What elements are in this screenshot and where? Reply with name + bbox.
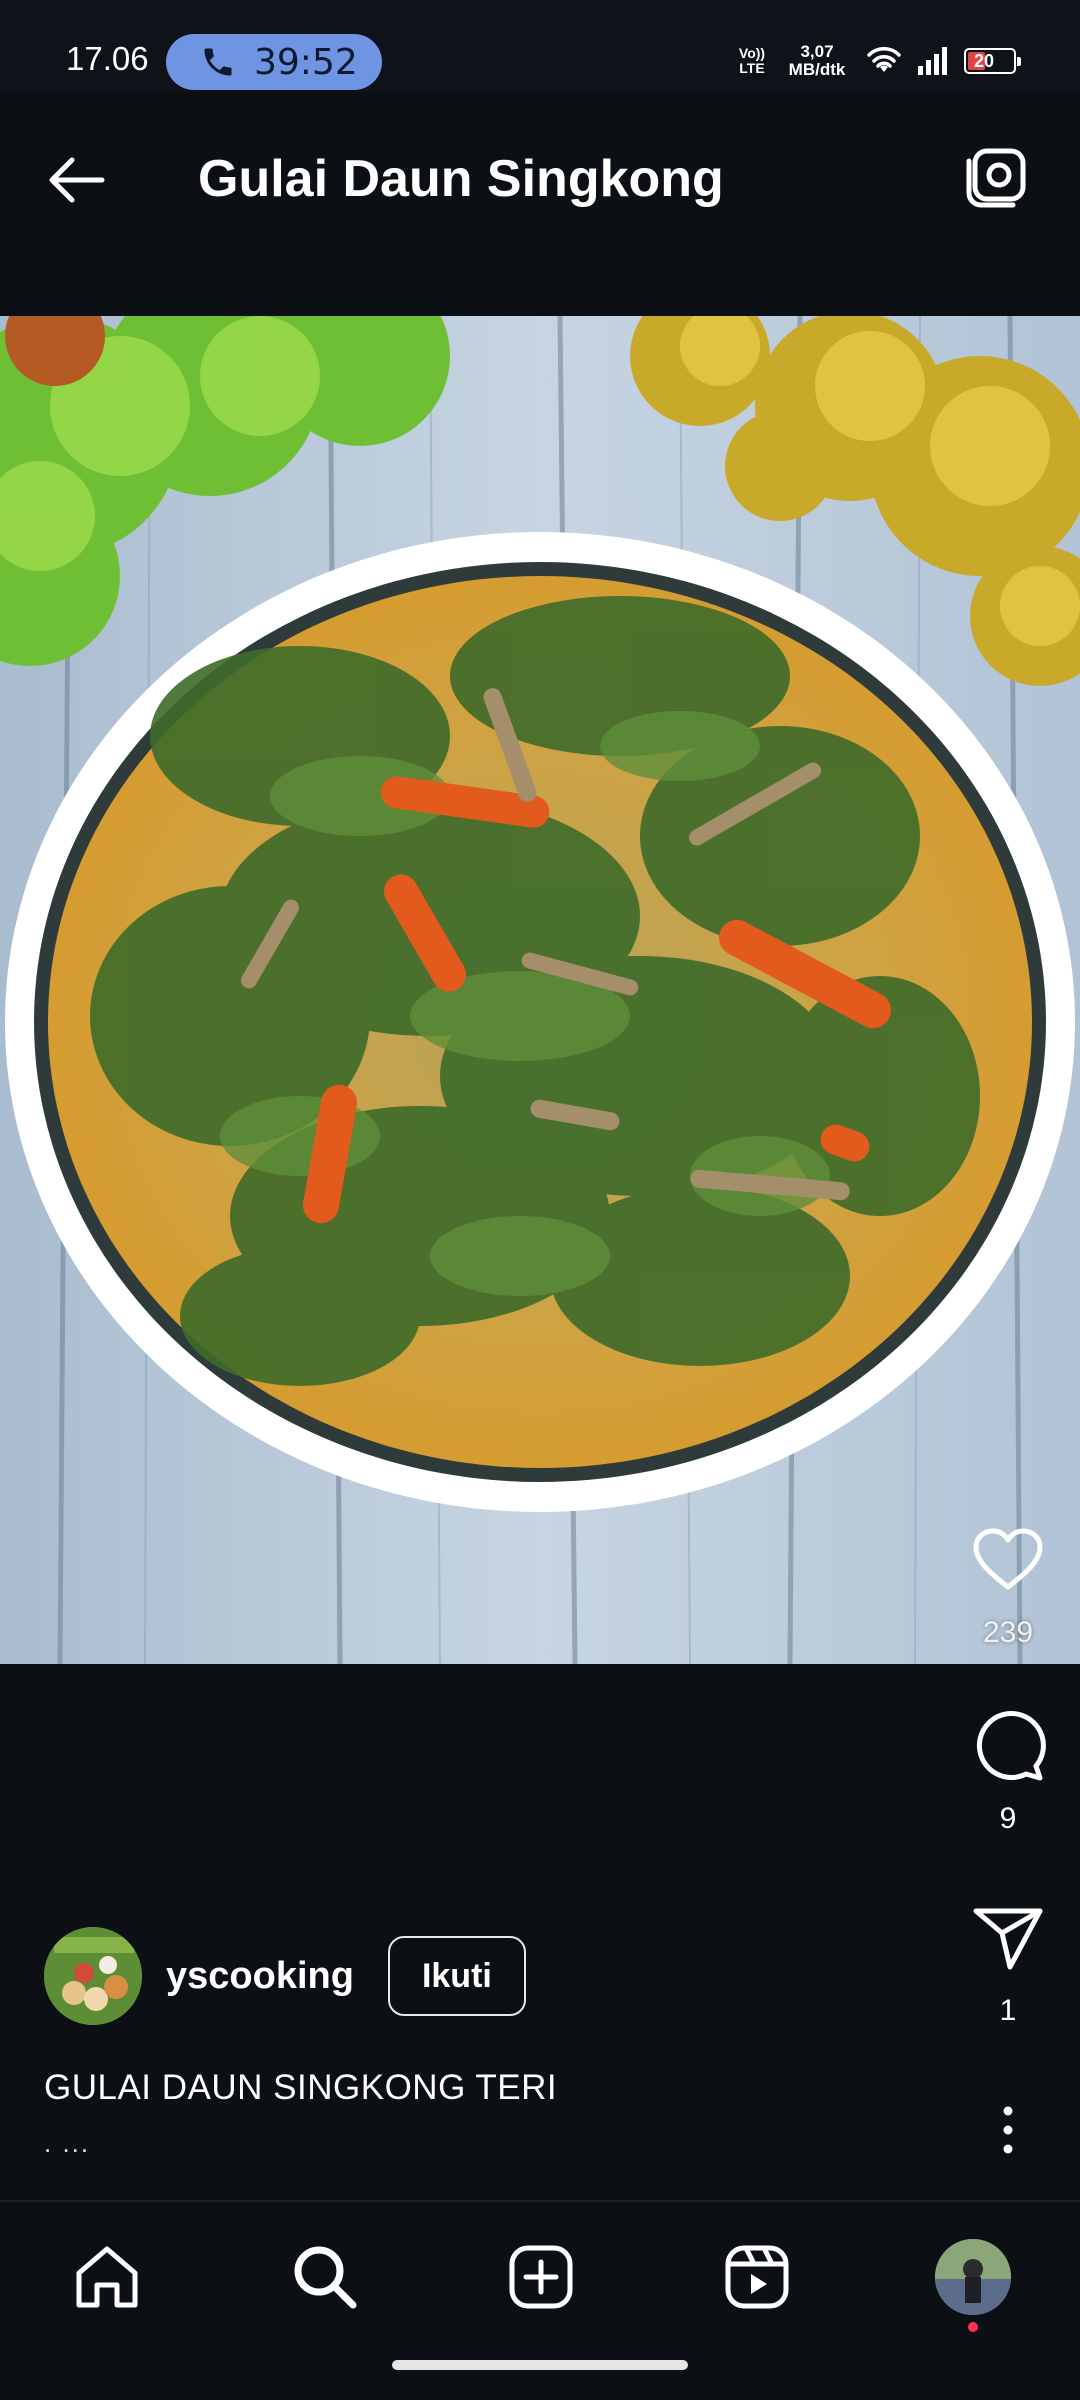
share-action: 1 xyxy=(970,1900,1046,2028)
author-row: yscooking Ikuti xyxy=(44,1926,526,2026)
home-indicator[interactable] xyxy=(392,2360,688,2370)
send-icon xyxy=(973,1908,1043,1970)
follow-button[interactable]: Ikuti xyxy=(387,1936,526,2016)
caption-more[interactable]: . ... xyxy=(44,2128,90,2159)
share-button[interactable] xyxy=(970,1900,1046,1976)
call-timer: 39:52 xyxy=(254,41,358,83)
bottom-navigation xyxy=(0,2200,1080,2400)
ongoing-call-chip[interactable]: 39:52 xyxy=(166,34,382,90)
volte-indicator: Vo)) LTE xyxy=(738,45,766,76)
comment-button[interactable] xyxy=(970,1708,1046,1784)
wifi-icon xyxy=(867,47,901,72)
author-avatar[interactable] xyxy=(44,1927,142,2025)
battery-icon: 20 xyxy=(964,48,1021,74)
more-action xyxy=(970,2092,1046,2168)
notification-dot xyxy=(968,2322,978,2332)
more-options-button[interactable] xyxy=(970,2092,1046,2168)
battery-level: 20 xyxy=(974,50,995,71)
avatar-image xyxy=(44,1927,142,2025)
network-speed: 3,07 MB/dtk xyxy=(788,42,846,79)
heart-icon xyxy=(973,1528,1043,1590)
nav-search[interactable] xyxy=(280,2232,370,2322)
signal-icon xyxy=(918,47,947,75)
phone-icon xyxy=(204,48,232,76)
add-post-icon xyxy=(509,2245,573,2309)
food-photo-image xyxy=(0,316,1080,1664)
page-title: Gulai Daun Singkong xyxy=(198,150,724,208)
like-action: 239 xyxy=(970,1522,1046,1650)
camera-button[interactable] xyxy=(956,138,1036,218)
author-username[interactable]: yscooking xyxy=(166,1955,354,1998)
comment-count: 9 xyxy=(999,1802,1017,1835)
reels-icon xyxy=(725,2245,789,2309)
camera-icon xyxy=(966,148,1026,208)
share-count: 1 xyxy=(999,1994,1017,2027)
back-button[interactable] xyxy=(40,144,112,216)
nav-create[interactable] xyxy=(496,2232,586,2322)
more-vertical-icon xyxy=(1003,2106,1013,2154)
top-header: Gulai Daun Singkong xyxy=(0,92,1080,316)
search-icon xyxy=(294,2246,357,2309)
comment-icon xyxy=(976,1711,1046,1781)
arrow-left-icon xyxy=(49,157,105,203)
status-time: 17.06 xyxy=(66,40,149,77)
post-photo[interactable] xyxy=(0,316,1080,1664)
status-icons: Vo)) LTE 3,07 MB/dtk 20 xyxy=(736,38,1021,84)
post-caption[interactable]: GULAI DAUN SINGKONG TERI xyxy=(44,2068,557,2108)
like-count[interactable]: 239 xyxy=(970,1616,1046,1650)
comment-action: 9 xyxy=(970,1708,1046,1836)
profile-avatar xyxy=(935,2239,1011,2315)
nav-profile[interactable] xyxy=(928,2232,1018,2332)
like-button[interactable] xyxy=(970,1522,1046,1598)
nav-home[interactable] xyxy=(62,2232,152,2322)
status-bar: 17.06 39:52 Vo)) LTE 3,07 MB/dtk 20 xyxy=(0,0,1080,92)
nav-reels[interactable] xyxy=(712,2232,802,2322)
home-icon xyxy=(76,2246,138,2308)
